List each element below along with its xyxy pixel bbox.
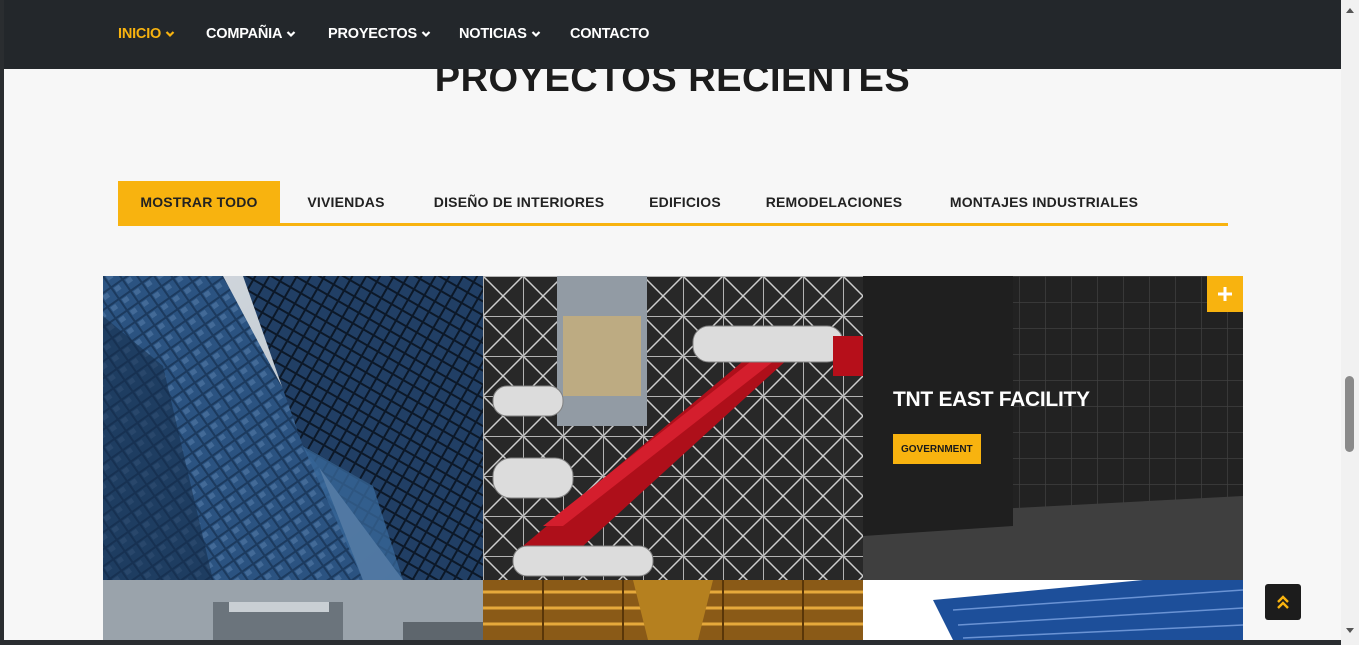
glass-skyscrapers-image <box>103 276 483 580</box>
nav-label: INICIO <box>118 26 162 42</box>
chevron-down-icon <box>531 31 540 38</box>
nav-item-proyectos[interactable]: PROYECTOS <box>328 25 431 43</box>
filter-tab-viviendas[interactable]: VIVIENDAS <box>299 181 393 223</box>
plus-icon <box>1218 287 1232 301</box>
project-tile[interactable] <box>483 276 863 580</box>
scroll-down-arrow[interactable] <box>1346 628 1354 633</box>
nav-item-inicio[interactable]: INICIO <box>118 25 175 43</box>
nav-label: NOTICIAS <box>459 26 527 42</box>
nav-item-noticias[interactable]: NOTICIAS <box>459 25 541 43</box>
filter-tab-mostrar-todo[interactable]: MOSTRAR TODO <box>118 181 280 223</box>
dark-glass-building-image <box>863 276 1243 580</box>
project-tile[interactable] <box>483 580 863 640</box>
portfolio-filter-bar: MOSTRAR TODO VIVIENDAS DISEÑO DE INTERIO… <box>118 181 1228 226</box>
scroll-up-arrow[interactable] <box>1346 8 1354 13</box>
project-title[interactable]: TNT EAST FACILITY <box>893 388 1090 412</box>
double-chevron-up-icon <box>1277 595 1289 609</box>
back-to-top-button[interactable] <box>1265 584 1301 620</box>
nav-item-contacto[interactable]: CONTACTO <box>570 25 649 43</box>
project-category-tag[interactable]: GOVERNMENT <box>893 434 981 464</box>
filter-tab-diseno-interiores[interactable]: DISEÑO DE INTERIORES <box>428 181 610 223</box>
project-tile-featured[interactable]: TNT EAST FACILITY GOVERNMENT <box>863 276 1243 580</box>
nav-label: CONTACTO <box>570 26 650 42</box>
expand-button[interactable] <box>1207 276 1243 312</box>
nav-label: COMPAÑIA <box>206 26 283 42</box>
filter-tab-edificios[interactable]: EDIFICIOS <box>644 181 726 223</box>
filter-tab-remodelaciones[interactable]: REMODELACIONES <box>764 181 904 223</box>
nav-label: PROYECTOS <box>328 26 417 42</box>
scroll-thumb[interactable] <box>1345 376 1354 452</box>
red-escalator-facade-image <box>483 276 863 580</box>
modern-office-building-image <box>103 580 483 640</box>
nav-item-compania[interactable]: COMPAÑIA <box>206 25 296 43</box>
project-tile[interactable] <box>103 276 483 580</box>
page-viewport: INICIO COMPAÑIA PROYECTOS NOTICIAS CONTA… <box>4 0 1341 640</box>
filter-tab-montajes-industriales[interactable]: MONTAJES INDUSTRIALES <box>946 181 1142 223</box>
chevron-down-icon <box>165 31 175 38</box>
chevron-down-icon <box>287 31 296 38</box>
main-navbar: INICIO COMPAÑIA PROYECTOS NOTICIAS CONTA… <box>4 0 1341 69</box>
blue-glass-tower-image <box>863 580 1243 640</box>
project-tile[interactable] <box>863 580 1243 640</box>
wooden-ceiling-interior-image <box>483 580 863 640</box>
chevron-down-icon <box>421 31 431 38</box>
project-tile[interactable] <box>103 580 483 640</box>
page-scrollbar[interactable] <box>1341 0 1359 645</box>
